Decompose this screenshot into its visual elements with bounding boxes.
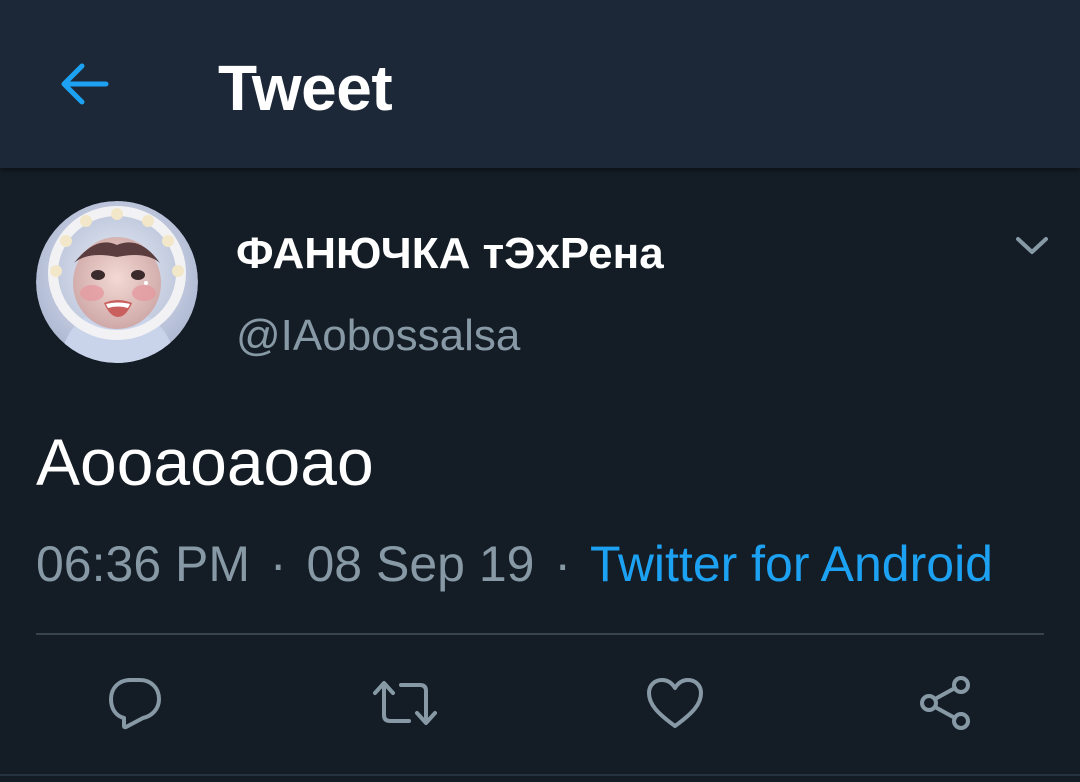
avatar[interactable] [36,201,198,363]
tweet-text: Аооаоаоао [36,425,374,499]
meta-separator: · [269,536,287,592]
chevron-down-icon [1016,237,1048,254]
reply-button[interactable] [100,670,170,736]
page-title: Tweet [218,52,393,124]
display-name[interactable]: ФАНЮЧКА тЭхРена [236,226,664,282]
divider [36,633,1044,635]
heart-icon [647,678,703,728]
back-button[interactable] [52,56,116,112]
tweet-date: 08 Sep 19 [306,536,535,592]
divider [0,774,1080,776]
arrow-left-icon [61,63,109,105]
share-icon [920,676,970,730]
like-button[interactable] [640,670,710,736]
retweet-button[interactable] [370,670,440,736]
tweet-time: 06:36 PM [36,536,251,592]
retweet-icon [373,681,437,725]
reply-icon [109,678,161,730]
username[interactable]: @IAobossalsa [236,308,520,364]
avatar-image [36,201,198,363]
tweet-metadata: 06:36 PM · 08 Sep 19 · Twitter for Andro… [36,533,993,595]
tweet-options-button[interactable] [1008,226,1056,266]
share-button[interactable] [910,670,980,736]
meta-separator: · [554,536,572,592]
tweet-detail-screen: Tweet ФАНЮЧКА тЭхРена @IAobossalsa Аооао… [0,0,1080,782]
top-app-bar: Tweet [0,0,1080,168]
tweet-source-link[interactable]: Twitter for Android [590,536,993,592]
